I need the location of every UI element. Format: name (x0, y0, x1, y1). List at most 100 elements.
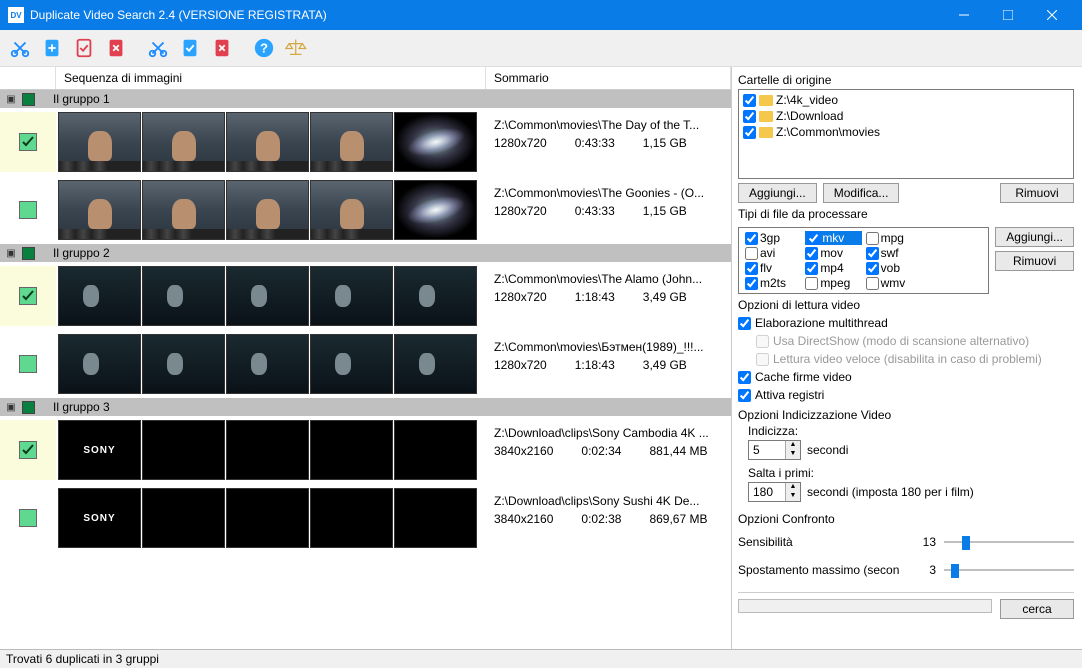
collapse-icon[interactable]: ▣ (4, 401, 18, 413)
idx-index-input[interactable] (749, 441, 785, 459)
titlebar: DV Duplicate Video Search 2.4 (VERSIONE … (0, 0, 1082, 30)
folder-checkbox[interactable] (743, 126, 756, 139)
sens-slider[interactable] (944, 532, 1074, 552)
item-path: Z:\Common\movies\The Alamo (John... (494, 270, 723, 288)
idx-skip-spinner[interactable]: ▲▼ (748, 482, 801, 502)
folder-list[interactable]: Z:\4k_videoZ:\DownloadZ:\Common\movies (738, 89, 1074, 179)
folder-item[interactable]: Z:\4k_video (741, 92, 1071, 108)
result-row[interactable]: SONY Z:\Download\clips\Sony Sushi 4K De.… (0, 484, 731, 552)
folder-path: Z:\Download (776, 109, 843, 123)
type-checkbox[interactable] (807, 232, 820, 245)
file-type-item[interactable]: m2ts (745, 276, 801, 290)
group-header[interactable]: ▣Il gruppo 2 (0, 244, 731, 262)
spin-down-icon[interactable]: ▼ (786, 492, 800, 501)
item-checkbox[interactable] (19, 441, 37, 459)
idx-skip-input[interactable] (749, 483, 785, 501)
group-checkbox[interactable] (22, 93, 35, 106)
type-checkbox[interactable] (866, 277, 879, 290)
spin-down-icon[interactable]: ▼ (786, 450, 800, 459)
add-type-button[interactable]: Aggiungi... (995, 227, 1074, 247)
add-folder-button[interactable]: Aggiungi... (738, 183, 817, 203)
collapse-icon[interactable]: ▣ (4, 93, 18, 105)
file-type-item[interactable]: wmv (866, 276, 922, 290)
folder-checkbox[interactable] (743, 110, 756, 123)
type-checkbox[interactable] (866, 262, 879, 275)
toolbar: ? (0, 30, 1082, 67)
type-checkbox[interactable] (866, 247, 879, 260)
shift-slider[interactable] (944, 560, 1074, 580)
edit-folder-button[interactable]: Modifica... (823, 183, 900, 203)
file-new-icon[interactable] (38, 34, 66, 62)
file-type-item[interactable]: mkv (805, 231, 861, 245)
type-checkbox[interactable] (745, 262, 758, 275)
item-checkbox[interactable] (19, 287, 37, 305)
minimize-button[interactable] (942, 0, 986, 30)
type-ext: 3gp (760, 231, 780, 245)
remove-type-button[interactable]: Rimuovi (995, 251, 1074, 271)
list-body[interactable]: ▣Il gruppo 1 Z:\Common\movies\The Day of… (0, 90, 731, 649)
cut-icon[interactable] (6, 34, 34, 62)
type-checkbox[interactable] (745, 232, 758, 245)
idx-index-spinner[interactable]: ▲▼ (748, 440, 801, 460)
file-delete-icon[interactable] (102, 34, 130, 62)
group-header[interactable]: ▣Il gruppo 1 (0, 90, 731, 108)
result-row[interactable]: SONY Z:\Download\clips\Sony Cambodia 4K … (0, 416, 731, 484)
group-checkbox[interactable] (22, 247, 35, 260)
folder-checkbox[interactable] (743, 94, 756, 107)
type-checkbox[interactable] (866, 232, 879, 245)
folder-item[interactable]: Z:\Download (741, 108, 1071, 124)
result-row[interactable]: Z:\Common\movies\Бэтмен(1989)_!!!... 128… (0, 330, 731, 398)
group-header[interactable]: ▣Il gruppo 3 (0, 398, 731, 416)
result-row[interactable]: Z:\Common\movies\The Day of the T... 128… (0, 108, 731, 176)
file-type-item[interactable]: 3gp (745, 231, 801, 245)
file-type-item[interactable]: mp4 (805, 261, 861, 275)
file-check-icon[interactable] (70, 34, 98, 62)
item-checkbox[interactable] (19, 133, 37, 151)
file-delete-2-icon[interactable] (208, 34, 236, 62)
folder-item[interactable]: Z:\Common\movies (741, 124, 1071, 140)
result-row[interactable]: Z:\Common\movies\The Goonies - (O... 128… (0, 176, 731, 244)
file-type-item[interactable]: swf (866, 246, 922, 260)
group-checkbox[interactable] (22, 401, 35, 414)
type-checkbox[interactable] (745, 277, 758, 290)
item-checkbox[interactable] (19, 355, 37, 373)
type-ext: vob (881, 261, 900, 275)
opt-fastread[interactable]: Lettura video veloce (disabilita in caso… (756, 352, 1074, 366)
maximize-button[interactable] (986, 0, 1030, 30)
opt-cache[interactable]: Cache firme video (738, 370, 1074, 384)
statusbar: Trovati 6 duplicati in 3 gruppi (0, 649, 1082, 668)
opt-multithread[interactable]: Elaborazione multithread (738, 316, 1074, 330)
result-row[interactable]: Z:\Common\movies\The Alamo (John... 1280… (0, 262, 731, 330)
file-types-box[interactable]: 3gp mkvmpg avimovswf flv mp4 vob m2ts mpegwm… (738, 227, 989, 294)
file-type-item[interactable]: vob (866, 261, 922, 275)
file-type-item[interactable]: mpeg (805, 276, 861, 290)
close-button[interactable] (1030, 0, 1074, 30)
file-type-item[interactable]: mpg (866, 231, 922, 245)
col-header-summary[interactable]: Sommario (486, 67, 731, 89)
thumbnail (142, 488, 225, 548)
type-checkbox[interactable] (805, 262, 818, 275)
file-new-2-icon[interactable] (176, 34, 204, 62)
file-type-item[interactable]: mov (805, 246, 861, 260)
opt-directshow[interactable]: Usa DirectShow (modo di scansione altern… (756, 334, 1074, 348)
help-icon[interactable]: ? (250, 34, 278, 62)
balance-scale-icon[interactable] (282, 34, 310, 62)
type-checkbox[interactable] (805, 277, 818, 290)
spin-up-icon[interactable]: ▲ (786, 483, 800, 492)
spin-up-icon[interactable]: ▲ (786, 441, 800, 450)
item-checkbox[interactable] (19, 201, 37, 219)
item-checkbox[interactable] (19, 509, 37, 527)
opt-logs[interactable]: Attiva registri (738, 388, 1074, 402)
search-button[interactable]: cerca (1000, 599, 1074, 619)
results-pane: Sequenza di immagini Sommario ▣Il gruppo… (0, 67, 732, 649)
thumbnail (394, 180, 477, 240)
collapse-icon[interactable]: ▣ (4, 247, 18, 259)
col-header-sequence[interactable]: Sequenza di immagini (56, 67, 486, 89)
file-type-item[interactable]: avi (745, 246, 801, 260)
item-path: Z:\Common\movies\The Goonies - (O... (494, 184, 723, 202)
type-checkbox[interactable] (745, 247, 758, 260)
remove-folder-button[interactable]: Rimuovi (1000, 183, 1074, 203)
type-checkbox[interactable] (805, 247, 818, 260)
file-type-item[interactable]: flv (745, 261, 801, 275)
cut-2-icon[interactable] (144, 34, 172, 62)
